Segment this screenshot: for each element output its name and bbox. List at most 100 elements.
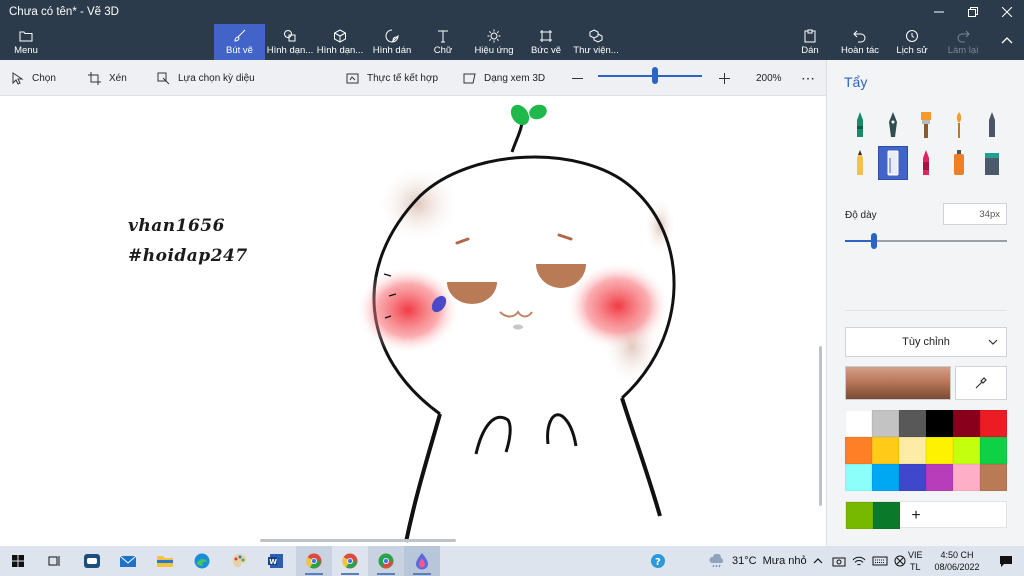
keyboard-icon[interactable] [872, 555, 888, 567]
spray-can-tool[interactable] [944, 146, 974, 180]
color-swatch[interactable] [980, 410, 1007, 437]
effects-tab[interactable]: Hiệu ứng [472, 24, 516, 60]
color-swatch[interactable] [872, 410, 899, 437]
taskbar-app-word[interactable]: W [258, 546, 294, 576]
thickness-input[interactable]: 34px [943, 203, 1007, 225]
select-button[interactable]: Chọn [11, 60, 56, 96]
marker-tool[interactable] [845, 108, 875, 142]
sticker-icon [385, 29, 399, 42]
vertical-scrollbar[interactable] [819, 346, 822, 506]
close-button[interactable] [990, 0, 1024, 24]
brushes-tab[interactable]: Bút vẽ [214, 24, 265, 60]
notifications-button[interactable] [988, 546, 1024, 576]
paste-icon [804, 29, 816, 42]
weather-widget[interactable]: 31°C Mưa nhỏ [708, 546, 807, 576]
fill-bucket-tool[interactable] [977, 146, 1007, 180]
maximize-button[interactable] [956, 0, 990, 24]
custom-color-swatch[interactable] [846, 502, 873, 529]
undo-button[interactable]: Hoàn tác [838, 24, 882, 60]
3d-view-button[interactable]: Dạng xem 3D [463, 60, 545, 96]
zoom-slider[interactable] [598, 75, 702, 77]
taskbar-app-chrome-2[interactable] [368, 546, 404, 576]
zoom-in-button[interactable] [718, 60, 739, 96]
secondary-toolbar: Chọn Xén Lựa chọn kỳ diệu Thực tế kết hợ… [0, 60, 826, 96]
zoom-slider-thumb[interactable] [652, 67, 659, 84]
eyedropper-button[interactable] [955, 366, 1007, 400]
input-language[interactable]: VIE TL [908, 546, 923, 576]
pixel-pen-tool[interactable] [977, 108, 1007, 142]
character-drawing[interactable] [0, 96, 826, 546]
task-view-button[interactable] [36, 546, 72, 576]
color-swatch[interactable] [926, 410, 953, 437]
color-swatch[interactable] [980, 464, 1007, 491]
thickness-slider-thumb[interactable] [871, 233, 878, 249]
add-color-button[interactable]: + [902, 502, 930, 529]
stickers-label: Hình dán [372, 44, 412, 56]
color-swatch[interactable] [899, 410, 926, 437]
color-swatch[interactable] [845, 410, 872, 437]
network-icon[interactable] [852, 555, 866, 567]
paste-button[interactable]: Dán [796, 24, 824, 60]
stickers-tab[interactable]: Hình dán [368, 24, 416, 60]
redo-button[interactable]: Làm lại [944, 24, 982, 60]
clock[interactable]: 4:50 CH 08/06/2022 [934, 546, 980, 576]
mixed-reality-button[interactable]: Thực tế kết hợp [346, 60, 438, 96]
zoom-out-button[interactable] [571, 60, 592, 96]
color-mode-dropdown[interactable]: Tùy chỉnh [845, 327, 1007, 357]
3d-library-tab[interactable]: Thư viện... [572, 24, 620, 60]
menu-button[interactable]: Menu [4, 24, 48, 60]
do-not-disturb-icon[interactable] [894, 555, 906, 567]
color-swatch[interactable] [926, 437, 953, 464]
taskbar-app-chrome[interactable] [332, 546, 368, 576]
chevron-up-icon[interactable] [812, 555, 824, 567]
pencil-tool[interactable] [845, 146, 875, 180]
taskbar-app-file-explorer[interactable] [147, 546, 183, 576]
taskbar-app-paint[interactable] [221, 546, 257, 576]
taskbar-app-zalo[interactable] [74, 546, 110, 576]
color-swatch[interactable] [926, 464, 953, 491]
color-swatch[interactable] [845, 464, 872, 491]
horizontal-scrollbar[interactable] [260, 539, 456, 542]
current-color-swatch[interactable] [845, 366, 951, 400]
crayon-tool[interactable] [911, 146, 941, 180]
collapse-toolbar-button[interactable] [994, 24, 1020, 60]
taskbar-app-edge[interactable] [184, 546, 220, 576]
main-toolbar: Menu Bút vẽ Hình dạn... Hình dạn... Hình… [0, 24, 1024, 60]
color-swatch[interactable] [899, 437, 926, 464]
weather-condition: Mưa nhỏ [762, 555, 807, 567]
calligraphy-pen-tool[interactable] [878, 108, 908, 142]
color-swatch[interactable] [872, 437, 899, 464]
oil-brush-tool[interactable] [911, 108, 941, 142]
custom-color-swatch[interactable] [873, 502, 900, 529]
2d-shapes-tab[interactable]: Hình dạn... [266, 24, 314, 60]
color-swatch[interactable] [953, 410, 980, 437]
drawing-canvas[interactable]: vhan1656 #hoidap247 [0, 96, 826, 546]
color-swatch[interactable] [953, 437, 980, 464]
notification-icon [1000, 556, 1012, 567]
magic-select-button[interactable]: Lựa chọn kỳ diệu [157, 60, 255, 96]
taskbar-app-paint-3d[interactable] [404, 546, 440, 576]
taskbar-app-mail[interactable] [110, 546, 146, 576]
taskbar-app-chrome-profile[interactable] [296, 546, 332, 576]
history-button[interactable]: Lịch sử [892, 24, 932, 60]
watercolor-tool[interactable] [944, 108, 974, 142]
color-swatch[interactable] [899, 464, 926, 491]
color-swatch[interactable] [953, 464, 980, 491]
minimize-button[interactable] [922, 0, 956, 24]
text-tab[interactable]: Chữ [424, 24, 462, 60]
canvas-tab[interactable]: Bức vẽ [526, 24, 566, 60]
more-options-button[interactable]: ⋯ [801, 60, 816, 96]
3d-shapes-tab[interactable]: Hình dạn... [316, 24, 364, 60]
color-swatch[interactable] [872, 464, 899, 491]
folder-icon [157, 556, 173, 567]
start-button[interactable] [0, 546, 36, 576]
2d-shapes-icon [284, 29, 296, 41]
color-swatch[interactable] [845, 437, 872, 464]
canvas-icon [540, 29, 552, 42]
eraser-tool[interactable] [878, 146, 908, 180]
panel-title: Tẩy [844, 74, 868, 90]
crop-button[interactable]: Xén [88, 60, 127, 96]
color-swatch[interactable] [980, 437, 1007, 464]
camera-icon[interactable] [832, 555, 846, 567]
tray-help-icon[interactable]: ? [640, 546, 676, 576]
